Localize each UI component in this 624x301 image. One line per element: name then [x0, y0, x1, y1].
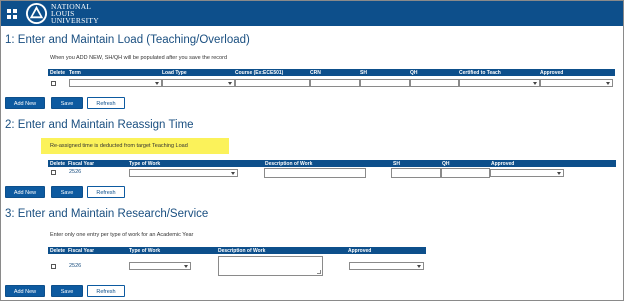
certified-select[interactable] — [459, 79, 540, 87]
col-delete: Delete — [50, 161, 66, 167]
app-frame: NATIONAL LOUIS UNIVERSITY 1: Enter and M… — [0, 0, 624, 301]
course-input[interactable] — [235, 79, 310, 87]
load-type-select[interactable] — [162, 79, 235, 87]
col-delete: Delete — [50, 70, 66, 76]
approved-select[interactable] — [349, 262, 424, 270]
col-sh: SH — [360, 70, 367, 76]
col-term: Term — [69, 70, 81, 76]
delete-checkbox[interactable] — [51, 81, 56, 86]
col-type-of-work: Type of Work — [129, 248, 161, 254]
refresh-button[interactable]: Refresh — [87, 186, 125, 198]
type-of-work-select[interactable] — [129, 169, 238, 177]
col-approved: Approved — [491, 161, 515, 167]
fiscal-year-value: 2526 — [69, 263, 82, 269]
refresh-button[interactable]: Refresh — [87, 97, 125, 109]
section2-title: 2: Enter and Maintain Reassign Time — [5, 119, 194, 131]
col-fiscal-year: Fiscal Year — [68, 248, 95, 254]
qh-input[interactable] — [410, 79, 459, 87]
col-qh: QH — [410, 70, 418, 76]
save-button[interactable]: Save — [51, 97, 83, 109]
col-description: Description of Work — [218, 248, 266, 254]
sh-input[interactable] — [360, 79, 410, 87]
col-course: Course (Ex:ECE501) — [235, 70, 284, 76]
crn-input[interactable] — [310, 79, 360, 87]
section1-table-header: Delete Term Load Type Course (Ex:ECE501)… — [48, 69, 615, 76]
delete-checkbox[interactable] — [51, 264, 56, 269]
save-button[interactable]: Save — [51, 285, 83, 297]
section2-note: Re-assigned time is deducted from target… — [50, 143, 188, 149]
section3-table-header: Delete Fiscal Year Type of Work Descript… — [48, 247, 426, 254]
approved-select[interactable] — [540, 79, 613, 87]
refresh-button[interactable]: Refresh — [87, 285, 125, 297]
section2-table-header: Delete Fiscal Year Type of Work Descript… — [48, 160, 616, 167]
col-description: Description of Work — [265, 161, 313, 167]
logo-line-3: UNIVERSITY — [51, 16, 99, 25]
delete-checkbox[interactable] — [51, 170, 56, 175]
resize-handle[interactable] — [317, 270, 321, 274]
university-name: NATIONAL LOUIS UNIVERSITY — [51, 3, 99, 25]
col-certified: Certified to Teach — [459, 70, 501, 76]
col-delete: Delete — [50, 248, 66, 254]
grid-icon[interactable] — [7, 9, 17, 19]
term-select[interactable] — [69, 79, 162, 87]
col-sh: SH — [393, 161, 400, 167]
save-button[interactable]: Save — [51, 186, 83, 198]
section1-title: 1: Enter and Maintain Load (Teaching/Ove… — [5, 34, 250, 46]
col-type-of-work: Type of Work — [129, 161, 161, 167]
fiscal-year-value: 2526 — [69, 169, 82, 175]
col-approved: Approved — [348, 248, 372, 254]
nlu-emblem-icon — [25, 2, 48, 25]
section1-note: When you ADD NEW, SH/QH will be populate… — [50, 55, 227, 61]
top-bar: NATIONAL LOUIS UNIVERSITY — [1, 1, 623, 26]
add-new-button[interactable]: Add New — [5, 285, 45, 297]
add-new-button[interactable]: Add New — [5, 186, 45, 198]
col-crn: CRN — [310, 70, 321, 76]
section3-note: Enter only one entry per type of work fo… — [50, 232, 194, 238]
description-input[interactable] — [264, 168, 366, 178]
sh-input[interactable] — [391, 168, 441, 178]
qh-input[interactable] — [441, 168, 490, 178]
col-fiscal-year: Fiscal Year — [68, 161, 95, 167]
col-qh: QH — [442, 161, 450, 167]
add-new-button[interactable]: Add New — [5, 97, 45, 109]
description-textarea[interactable] — [218, 256, 323, 276]
approved-select[interactable] — [490, 169, 564, 177]
col-approved: Approved — [540, 70, 564, 76]
type-of-work-select[interactable] — [129, 262, 191, 270]
col-load-type: Load Type — [162, 70, 187, 76]
section3-title: 3: Enter and Maintain Research/Service — [5, 208, 209, 220]
